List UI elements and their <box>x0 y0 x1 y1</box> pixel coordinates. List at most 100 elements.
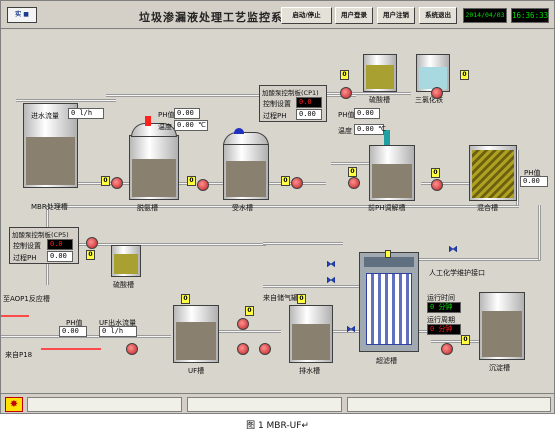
status-indicator: 0 <box>187 176 196 186</box>
sulfuric-tank-mid[interactable] <box>111 245 141 277</box>
pump-icon[interactable] <box>126 343 138 355</box>
valve-icon[interactable] <box>449 246 457 252</box>
status-indicator: 0 <box>101 176 110 186</box>
status-field-1 <box>27 397 182 412</box>
deamm-ph-value: 0.00 <box>174 108 200 119</box>
date-display: 2014/04/03 <box>463 8 507 23</box>
preph-temp-label: 温度 <box>338 127 352 135</box>
ultrafiltration-unit[interactable] <box>359 252 419 352</box>
pipe <box>46 243 266 246</box>
valve-icon[interactable] <box>347 326 355 332</box>
cp1-process-value: 0.00 <box>296 109 322 120</box>
feed-line <box>41 348 101 350</box>
pump-icon[interactable] <box>111 177 123 189</box>
ferric-chloride-tank[interactable] <box>416 54 450 92</box>
status-indicator: 0 <box>297 294 306 304</box>
cp5-process-label: 过程PH <box>13 254 37 262</box>
acid-pump-panel-cp1: 加酸泵控制板(CP1) 控制设置 0.0 过程PH 0.00 <box>259 85 327 122</box>
maintenance-port-label: 人工化学维护接口 <box>429 269 485 277</box>
pump-icon[interactable] <box>340 87 352 99</box>
inflow-value: 0 l/h <box>68 108 104 119</box>
page-title: 垃圾渗漏液处理工艺监控系统 <box>139 11 295 24</box>
status-bar: ✸ <box>1 393 554 413</box>
pump-icon[interactable] <box>291 177 303 189</box>
pipe <box>263 285 363 288</box>
deamm-temp-label: 温度 <box>158 123 172 131</box>
receiving-tank-label: 受水槽 <box>232 204 253 212</box>
pipe <box>411 258 541 261</box>
pre-ph-tank[interactable] <box>369 145 415 201</box>
level-sensor-icon <box>234 128 244 134</box>
sulfuric-tank-mid-label: 硫酸槽 <box>113 281 134 289</box>
user-login-button[interactable]: 用户登录 <box>335 7 373 24</box>
uf-out-flow-value: 0 l/h <box>99 326 137 337</box>
user-logout-button[interactable]: 用户注销 <box>377 7 415 24</box>
cp5-process-value: 0.00 <box>47 251 73 262</box>
pump-icon[interactable] <box>348 177 360 189</box>
status-field-3 <box>347 397 551 412</box>
pipe <box>16 99 116 102</box>
uf-tank[interactable] <box>173 305 219 363</box>
status-indicator: 0 <box>460 70 469 80</box>
pump-icon[interactable] <box>259 343 271 355</box>
preph-ph-value: 0.00 <box>354 108 380 119</box>
pump-icon[interactable] <box>197 179 209 191</box>
pipe <box>263 242 343 245</box>
settling-tank[interactable] <box>479 292 525 360</box>
sulfuric-tank-top[interactable] <box>363 54 397 92</box>
scada-window: 实 ■ 垃圾渗漏液处理工艺监控系统 启动/停止 用户登录 用户注销 系统退出 2… <box>0 0 555 414</box>
mbr-tank-label: MBR处理槽 <box>31 203 68 211</box>
pump-icon[interactable] <box>237 318 249 330</box>
ultrafiltration-label: 超滤槽 <box>376 357 397 365</box>
receiving-tank[interactable] <box>223 144 269 200</box>
deammonia-tank-label: 脱氨槽 <box>137 204 158 212</box>
cp1-setpoint-label: 控制设置 <box>263 100 291 108</box>
system-exit-button[interactable]: 系统退出 <box>419 7 457 24</box>
pipe <box>538 205 541 260</box>
run-time-value: 0 分钟 <box>427 302 461 313</box>
pump-icon[interactable] <box>431 87 443 99</box>
figure-caption: 图 1 MBR-UF↵ <box>246 421 309 431</box>
mixing-tank-label: 混合槽 <box>477 204 498 212</box>
drain-tank[interactable] <box>289 305 333 363</box>
alarm-icon[interactable]: ✸ <box>5 397 23 412</box>
status-indicator: 0 <box>181 294 190 304</box>
from-p18-label: 来自P18 <box>5 351 33 359</box>
pipe <box>431 340 486 343</box>
status-indicator: 0 <box>431 168 440 178</box>
preph-temp-value: 0.00 ℃ <box>354 124 386 135</box>
uf-ph-value: 0.00 <box>59 326 87 337</box>
return-line <box>1 315 29 317</box>
cp5-setpoint-value[interactable]: 0.0 <box>47 239 73 250</box>
pump-icon[interactable] <box>86 237 98 249</box>
cp1-setpoint-value[interactable]: 0.0 <box>296 97 322 108</box>
pump-icon[interactable] <box>431 179 443 191</box>
uf-tank-label: UF槽 <box>188 367 205 375</box>
status-indicator: 0 <box>461 335 470 345</box>
pump-icon[interactable] <box>441 343 453 355</box>
air-source-label: 来自储气罐 <box>263 294 298 302</box>
heater-icon <box>145 116 151 126</box>
status-indicator: 0 <box>86 250 95 260</box>
cp5-setpoint-label: 控制设置 <box>13 242 41 250</box>
pipe <box>331 162 371 165</box>
pump-icon[interactable] <box>237 343 249 355</box>
preph-ph-label: PH值 <box>338 111 355 119</box>
membrane-icon <box>366 273 412 345</box>
sulfuric-tank-top-label: 硫酸槽 <box>369 96 390 104</box>
valve-icon[interactable] <box>327 277 335 283</box>
settling-tank-label: 沉淀槽 <box>489 364 510 372</box>
mixing-tank[interactable] <box>469 145 517 201</box>
pre-ph-tank-label: 前PH调解槽 <box>368 204 406 212</box>
pipe <box>46 205 519 208</box>
status-indicator: 0 <box>340 70 349 80</box>
cp1-process-label: 过程PH <box>263 112 287 120</box>
deamm-temp-value: 0.00 ℃ <box>174 120 208 131</box>
time-display: 16:36:33 <box>511 8 549 23</box>
deammonia-tank[interactable] <box>129 135 179 200</box>
run-cycle-value[interactable]: 0 分钟 <box>427 324 461 335</box>
port-icon[interactable] <box>385 250 391 258</box>
header-bar: 实 ■ 垃圾渗漏液处理工艺监控系统 启动/停止 用户登录 用户注销 系统退出 2… <box>1 1 554 29</box>
start-stop-button[interactable]: 启动/停止 <box>281 7 332 24</box>
valve-icon[interactable] <box>327 261 335 267</box>
